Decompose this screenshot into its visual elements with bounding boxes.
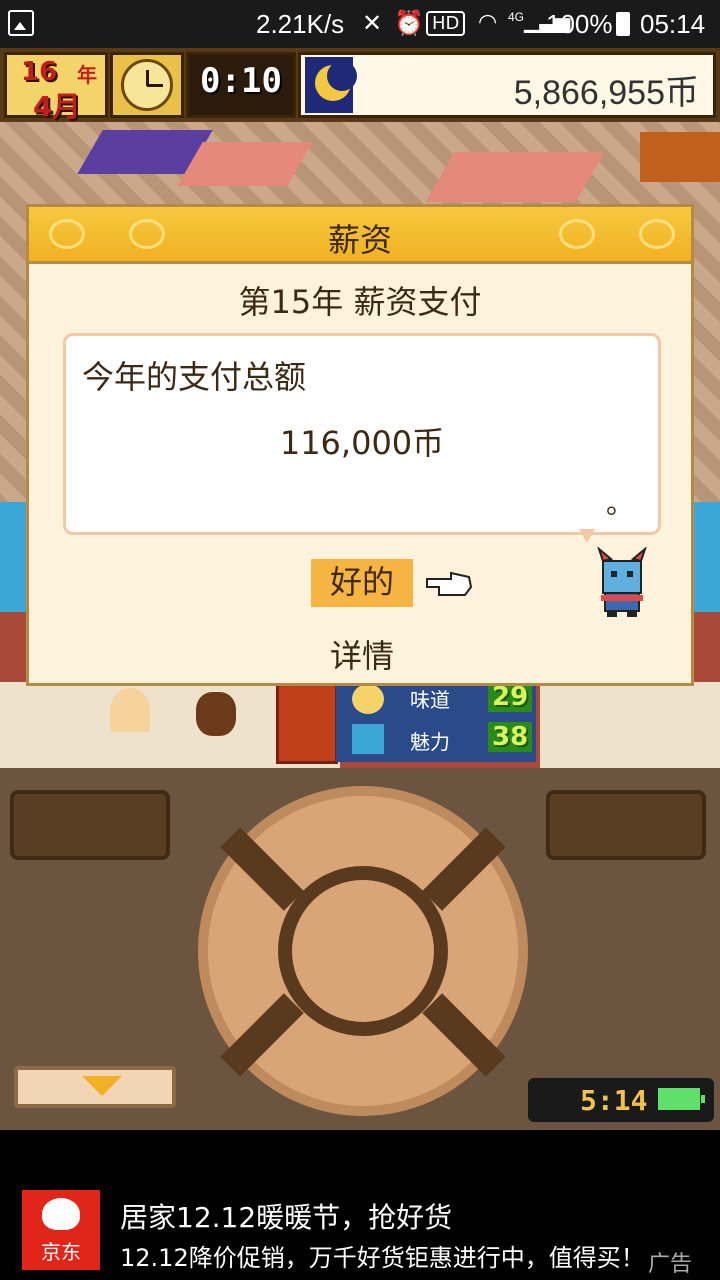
ad-description[interactable]: 12.12降价促销，万千好货钜惠进行中，值得买！ bbox=[120, 1238, 645, 1273]
menu-toggle-button[interactable] bbox=[14, 1066, 176, 1108]
dialog-title: 薪资 bbox=[327, 221, 392, 259]
game-time: 0:10 bbox=[200, 61, 282, 101]
table-decoration bbox=[425, 152, 605, 202]
game-time-panel: 0:10 bbox=[186, 52, 296, 118]
stat-value-charm: 38 bbox=[488, 722, 533, 752]
dpad-divider bbox=[422, 993, 506, 1077]
message-end: 。 bbox=[606, 487, 635, 520]
furniture-decoration bbox=[640, 132, 720, 182]
gallery-notification-icon bbox=[8, 10, 34, 36]
device-clock: 5:14 bbox=[580, 1084, 648, 1117]
right-action-button[interactable] bbox=[546, 790, 706, 860]
network-speed: 2.21K/s bbox=[256, 9, 345, 39]
battery-icon bbox=[616, 12, 630, 36]
status-bar: 2.21K/s ✕ ⏰ HD ◠ 4G ▁▃▅ 100% 05:14 bbox=[0, 0, 720, 48]
wifi-icon: ◠ bbox=[478, 9, 498, 34]
message-line: 今年的支付总额 bbox=[82, 358, 307, 396]
salary-dialog: 薪资 第15年 薪资支付 今年的支付总额 116,000币 。 好的 详情 bbox=[26, 204, 694, 686]
money-amount: 5,866,955币 bbox=[513, 74, 699, 112]
date-panel[interactable]: 16 年 4月 bbox=[4, 52, 108, 123]
dpad-divider bbox=[220, 993, 304, 1077]
hd-badge: HD bbox=[426, 11, 466, 36]
ad-tag: 广告 bbox=[648, 1252, 693, 1277]
stat-label-charm: 魅力 bbox=[410, 730, 450, 754]
stat-label-taste: 味道 bbox=[410, 688, 450, 712]
mascot-character-icon bbox=[597, 547, 647, 617]
control-panel: 5:14 bbox=[0, 768, 720, 1130]
clock-panel[interactable] bbox=[110, 52, 184, 118]
game-hud: 16 年 4月 0:10 5,866,955币 bbox=[0, 48, 720, 123]
battery-level-icon bbox=[658, 1088, 705, 1110]
directional-pad[interactable] bbox=[198, 786, 528, 1116]
year-number: 16 bbox=[21, 57, 58, 87]
ad-logo-text: 京东 bbox=[41, 1240, 81, 1264]
message-bubble: 今年的支付总额 116,000币 。 bbox=[63, 333, 661, 535]
dpad-divider bbox=[422, 827, 506, 911]
charm-icon bbox=[352, 724, 384, 754]
side-area bbox=[540, 682, 720, 768]
alarm-icon: ⏰ bbox=[394, 10, 424, 37]
year-unit: 年 bbox=[77, 63, 97, 87]
pointing-hand-icon bbox=[426, 571, 473, 596]
battery-percent: 100% bbox=[546, 9, 613, 39]
taste-icon bbox=[352, 684, 384, 714]
status-time: 05:14 bbox=[640, 9, 706, 39]
water-area bbox=[690, 502, 720, 612]
details-button[interactable]: 详情 bbox=[311, 633, 413, 681]
network-type: 4G bbox=[508, 10, 525, 24]
device-clock-panel: 5:14 bbox=[528, 1078, 714, 1122]
chef-character bbox=[110, 688, 150, 732]
money-panel: 5,866,955币 bbox=[298, 52, 716, 118]
month: 4月 bbox=[33, 90, 81, 123]
cooking-pot bbox=[196, 692, 236, 736]
jd-logo[interactable]: 京东 bbox=[22, 1190, 100, 1270]
dpad-center-button[interactable] bbox=[278, 866, 448, 1036]
dish-stats-panel: 味道 29 魅力 38 bbox=[336, 680, 536, 762]
ok-button[interactable]: 好的 bbox=[311, 559, 413, 607]
ad-banner[interactable]: 京东 居家12.12暖暖节，抢好货 12.12降价促销，万千好货钜惠进行中，值得… bbox=[0, 1130, 720, 1280]
mute-icon: ✕ bbox=[362, 10, 383, 37]
dog-logo-icon bbox=[42, 1198, 80, 1230]
chevron-down-icon bbox=[82, 1076, 122, 1096]
stat-value-taste: 29 bbox=[488, 682, 533, 712]
clock-icon bbox=[121, 59, 173, 111]
cabinet bbox=[276, 682, 338, 764]
dialog-subtitle: 第15年 薪资支付 bbox=[238, 283, 482, 321]
payment-amount: 116,000币 bbox=[279, 424, 445, 462]
left-action-button[interactable] bbox=[10, 790, 170, 860]
bubble-tail bbox=[579, 529, 595, 543]
dialog-title-bar: 薪资 bbox=[29, 207, 691, 264]
dpad-divider bbox=[220, 827, 304, 911]
ad-title[interactable]: 居家12.12暖暖节，抢好货 bbox=[120, 1196, 452, 1236]
moon-icon bbox=[305, 57, 357, 113]
